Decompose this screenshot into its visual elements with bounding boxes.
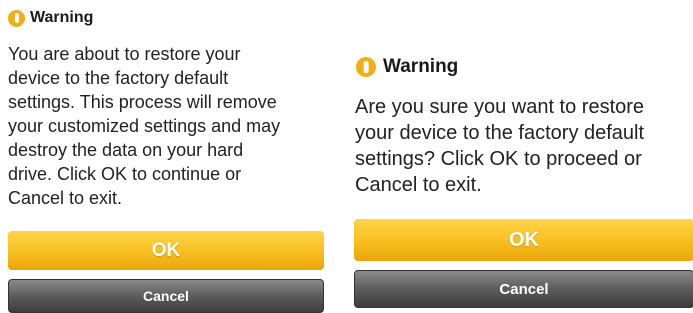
cancel-button-label: Cancel <box>143 288 189 304</box>
warning-dialog-left: Warning You are about to restore your de… <box>0 0 332 313</box>
cancel-button-label: Cancel <box>499 280 549 298</box>
dialog-title: Warning <box>383 56 459 77</box>
ok-button[interactable]: OK <box>8 231 324 270</box>
ok-button-label: OK <box>509 228 539 251</box>
ok-button-label: OK <box>151 239 181 261</box>
ok-button[interactable]: OK <box>354 219 693 261</box>
cancel-button[interactable]: Cancel <box>354 270 693 308</box>
warning-icon <box>356 57 376 77</box>
dialog-message: You are about to restore your device to … <box>8 44 281 208</box>
dialog-header: Warning <box>356 56 458 78</box>
warning-dialog-right: Warning Are you sure you want to restore… <box>351 0 693 309</box>
cancel-button[interactable]: Cancel <box>8 279 324 313</box>
dialog-message: Are you sure you want to restore your de… <box>355 96 645 196</box>
dialog-header: Warning <box>8 9 93 27</box>
dialog-title: Warning <box>30 9 94 26</box>
warning-icon <box>8 9 25 27</box>
